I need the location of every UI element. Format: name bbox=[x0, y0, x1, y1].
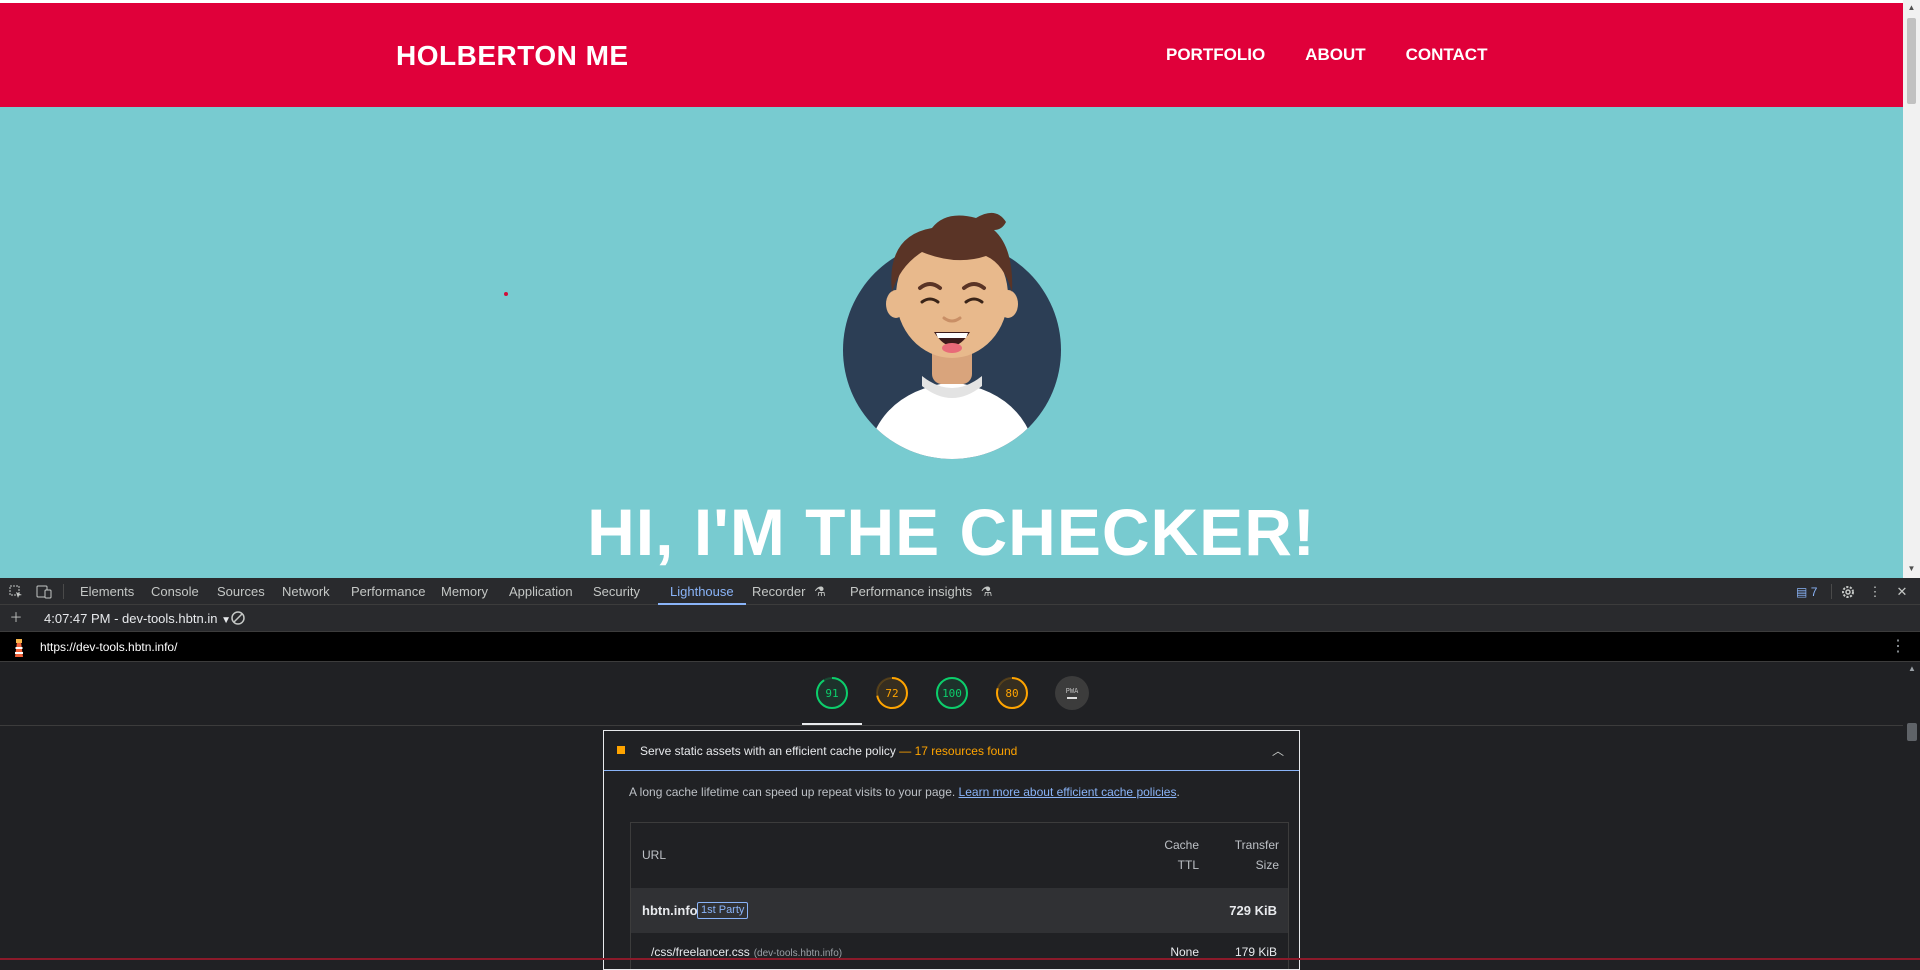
table-header: URL Cache TTL Transfer Size bbox=[631, 823, 1288, 888]
score-value: 100 bbox=[942, 686, 962, 700]
scroll-down-arrow-icon[interactable]: ▼ bbox=[1907, 564, 1916, 574]
page-scrollbar-thumb[interactable] bbox=[1907, 18, 1916, 104]
audit-cache-policy: Serve static assets with an efficient ca… bbox=[603, 730, 1300, 970]
pwa-badge[interactable]: PWA bbox=[1055, 676, 1089, 710]
pwa-label: PWA bbox=[1065, 687, 1079, 695]
column-cache-ttl: Cache TTL bbox=[1159, 835, 1199, 875]
entity-name: hbtn.info bbox=[642, 903, 698, 918]
audit-title-text: Serve static assets with an efficient ca… bbox=[640, 744, 896, 758]
tab-separator bbox=[63, 584, 64, 599]
audit-description: A long cache lifetime can speed up repea… bbox=[629, 785, 1180, 799]
column-transfer-size-line2: Size bbox=[1255, 858, 1279, 872]
table-row: /css/freelancer.css (dev-tools.hbtn.info)… bbox=[631, 933, 1288, 969]
site-nav-links: PORTFOLIO ABOUT CONTACT bbox=[1166, 45, 1487, 65]
entity-size: 729 KiB bbox=[1229, 903, 1277, 918]
tab-security[interactable]: Security bbox=[593, 578, 640, 605]
audit-header[interactable]: Serve static assets with an efficient ca… bbox=[604, 731, 1299, 771]
report-selector-value: 4:07:47 PM - dev-tools.hbtn.in bbox=[44, 611, 218, 626]
first-party-badge: 1st Party bbox=[697, 902, 749, 919]
tab-performance-insights-label: Performance insights bbox=[850, 584, 973, 599]
cursor-dot bbox=[504, 292, 508, 296]
column-url: URL bbox=[642, 848, 667, 862]
issues-message-icon: ▤ bbox=[1796, 585, 1808, 599]
inspect-element-icon[interactable] bbox=[8, 584, 24, 600]
tab-performance-insights[interactable]: Performance insights ⚗ bbox=[850, 578, 992, 605]
site-navbar: HOLBERTON ME PORTFOLIO ABOUT CONTACT bbox=[0, 3, 1903, 107]
issues-count: 7 bbox=[1810, 585, 1818, 599]
chevron-up-icon[interactable]: ︿ bbox=[1272, 731, 1284, 771]
tab-sources[interactable]: Sources bbox=[217, 578, 265, 605]
site-brand[interactable]: HOLBERTON ME bbox=[396, 40, 629, 72]
column-transfer-size: Transfer Size bbox=[1219, 835, 1279, 875]
pwa-dash-icon bbox=[1067, 697, 1077, 699]
avatar-illustration bbox=[843, 212, 1061, 459]
page-scrollbar[interactable]: ▲ ▼ bbox=[1903, 0, 1920, 578]
issues-counter[interactable]: ▤ 7 bbox=[1796, 584, 1817, 600]
nav-link-about[interactable]: ABOUT bbox=[1305, 45, 1365, 65]
lighthouse-toolbar: ＋ 4:07:47 PM - dev-tools.hbtn.in ▼ bbox=[0, 605, 1920, 632]
tab-recorder-label: Recorder bbox=[752, 584, 806, 599]
devtools-panel: Elements Console Sources Network Perform… bbox=[0, 578, 1920, 970]
entity-group-row: hbtn.info 1st Party 729 KiB bbox=[631, 888, 1288, 933]
learn-more-link[interactable]: Learn more about efficient cache policie… bbox=[959, 785, 1177, 799]
tab-network[interactable]: Network bbox=[282, 578, 330, 605]
new-report-plus-icon[interactable]: ＋ bbox=[8, 610, 24, 626]
tab-application[interactable]: Application bbox=[509, 578, 573, 605]
website-viewport: HOLBERTON ME PORTFOLIO ABOUT CONTACT HI,… bbox=[0, 0, 1903, 578]
devtools-scrollbar-thumb[interactable] bbox=[1907, 723, 1917, 741]
tab-memory[interactable]: Memory bbox=[441, 578, 488, 605]
report-menu-icon[interactable]: ⋮ bbox=[1890, 632, 1906, 662]
tab-elements[interactable]: Elements bbox=[80, 578, 134, 605]
scroll-up-arrow-icon[interactable]: ▲ bbox=[1907, 3, 1916, 13]
nav-link-contact[interactable]: CONTACT bbox=[1406, 45, 1488, 65]
score-value: 72 bbox=[885, 686, 899, 700]
column-transfer-size-line1: Transfer bbox=[1234, 838, 1279, 852]
audit-description-suffix: . bbox=[1176, 785, 1180, 799]
experiment-flask-icon: ⚗ bbox=[980, 584, 993, 599]
column-cache-ttl-line1: Cache bbox=[1164, 838, 1199, 852]
audit-title: Serve static assets with an efficient ca… bbox=[640, 731, 1017, 771]
report-url-bar: https://dev-tools.hbtn.info/ ⋮ bbox=[0, 632, 1920, 662]
devtools-tab-bar: Elements Console Sources Network Perform… bbox=[0, 578, 1920, 605]
resource-path: /css/freelancer.css bbox=[651, 945, 750, 959]
resource-size: 179 KiB bbox=[1234, 945, 1277, 959]
resources-table: URL Cache TTL Transfer Size hbtn.info 1s… bbox=[630, 822, 1289, 969]
warning-square-icon bbox=[617, 746, 625, 754]
devtools-scrollbar[interactable]: ▲ bbox=[1903, 662, 1920, 960]
close-devtools-icon[interactable]: ✕ bbox=[1894, 584, 1910, 600]
resource-url[interactable]: /css/freelancer.css (dev-tools.hbtn.info) bbox=[651, 945, 842, 959]
settings-gear-icon[interactable] bbox=[1840, 584, 1856, 600]
audit-display-value: — 17 resources found bbox=[899, 744, 1018, 758]
lighthouse-logo-icon bbox=[15, 639, 23, 657]
score-gauge-seo[interactable]: 80 bbox=[995, 676, 1029, 710]
score-value: 91 bbox=[825, 686, 839, 700]
resource-cache-ttl: None bbox=[1170, 945, 1199, 959]
clear-reports-icon[interactable] bbox=[230, 610, 246, 626]
report-selector[interactable]: 4:07:47 PM - dev-tools.hbtn.in ▼ bbox=[44, 605, 231, 632]
tab-performance[interactable]: Performance bbox=[351, 578, 425, 605]
score-gauge-performance[interactable]: 91 bbox=[815, 676, 849, 710]
report-url[interactable]: https://dev-tools.hbtn.info/ bbox=[40, 632, 177, 662]
nav-link-portfolio[interactable]: PORTFOLIO bbox=[1166, 45, 1265, 65]
tab-separator bbox=[1831, 584, 1832, 599]
hero-title: HI, I'M THE CHECKER! bbox=[587, 495, 1316, 569]
experiment-flask-icon: ⚗ bbox=[814, 584, 826, 599]
score-value: 80 bbox=[1005, 686, 1019, 700]
column-cache-ttl-line2: TTL bbox=[1177, 858, 1199, 872]
score-gauge-accessibility[interactable]: 72 bbox=[875, 676, 909, 710]
tab-console[interactable]: Console bbox=[151, 578, 199, 605]
score-gauge-best-practices[interactable]: 100 bbox=[935, 676, 969, 710]
scroll-up-arrow-icon[interactable]: ▲ bbox=[1907, 664, 1917, 673]
device-toolbar-icon[interactable] bbox=[36, 584, 52, 600]
tab-lighthouse[interactable]: Lighthouse bbox=[658, 578, 746, 605]
active-gauge-underline bbox=[802, 723, 862, 725]
audit-description-text: A long cache lifetime can speed up repea… bbox=[629, 785, 956, 799]
tab-recorder[interactable]: Recorder ⚗ bbox=[752, 578, 826, 605]
more-options-icon[interactable]: ⋮ bbox=[1867, 584, 1883, 600]
score-gauges: 91 72 100 80 PWA bbox=[0, 662, 1903, 726]
